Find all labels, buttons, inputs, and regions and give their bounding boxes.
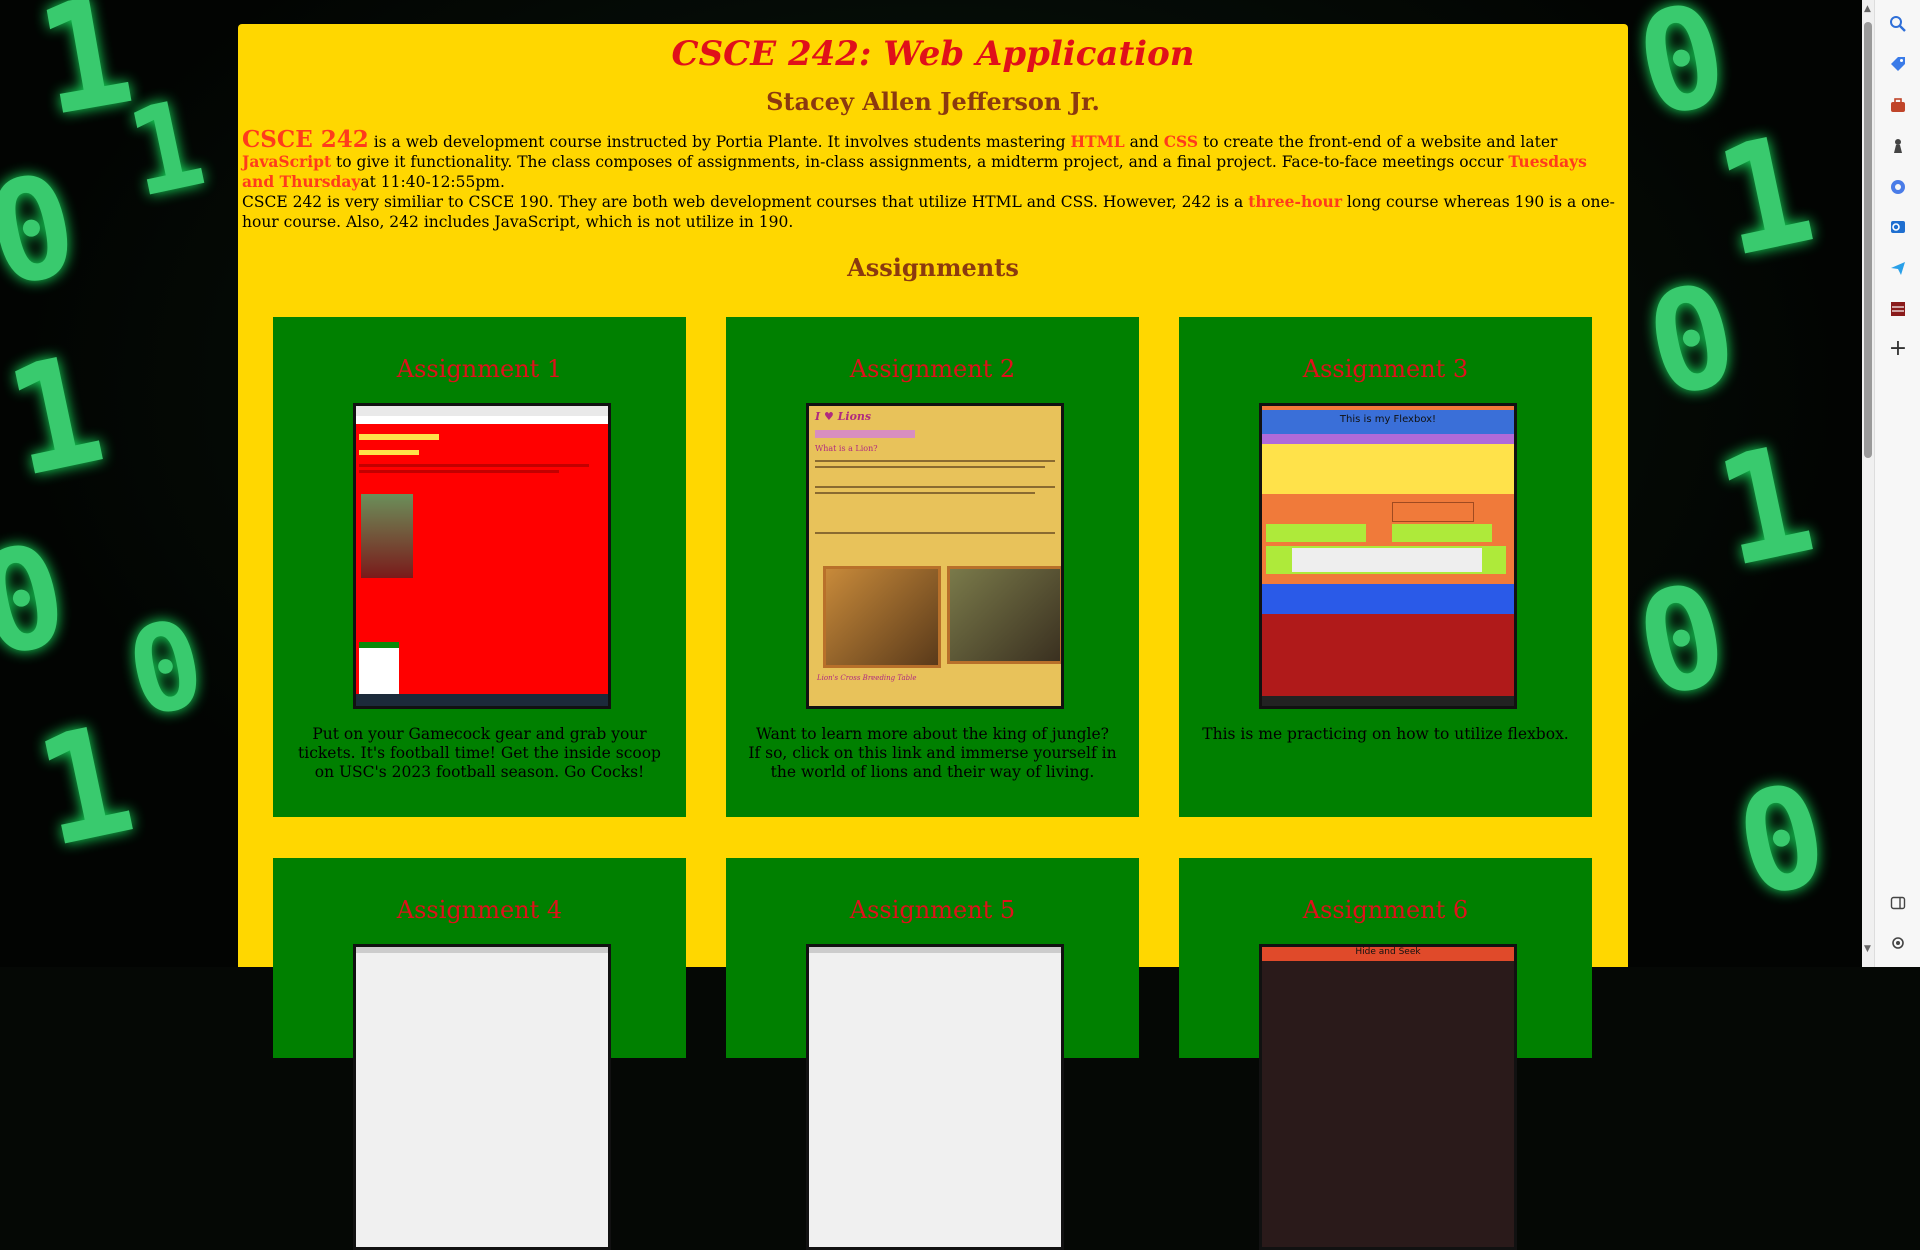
copilot-icon[interactable] xyxy=(1886,175,1910,199)
assignment-card-5[interactable]: Assignment 5 xyxy=(726,858,1139,1250)
thumb-hide-seek-heading: Hide and Seek xyxy=(1262,947,1514,961)
assignment-title[interactable]: Assignment 5 xyxy=(726,890,1139,930)
settings-icon[interactable] xyxy=(1886,931,1910,955)
intro-text: to create the front-end of a website and… xyxy=(1198,133,1558,151)
assignment-description: This is me practicing on how to utilize … xyxy=(1202,725,1569,743)
tag-icon[interactable] xyxy=(1886,52,1910,76)
chess-icon[interactable] xyxy=(1886,134,1910,158)
flag-icon[interactable] xyxy=(1886,297,1910,321)
thumb-lions-table: Lion's Cross Breeding Table xyxy=(817,674,917,682)
assignment-title[interactable]: Assignment 1 xyxy=(273,349,686,389)
panel-icon[interactable] xyxy=(1886,891,1910,915)
highlight-javascript: JavaScript xyxy=(242,152,332,171)
browser-sidebar: + xyxy=(1874,0,1920,967)
assignment-card-3[interactable]: Assignment 3 This is my Flexbox! This is… xyxy=(1179,317,1592,817)
assignment-4-screenshot[interactable] xyxy=(353,944,611,1250)
assignment-title[interactable]: Assignment 2 xyxy=(726,349,1139,389)
highlight-css: CSS xyxy=(1163,132,1199,151)
assignment-title[interactable]: Assignment 3 xyxy=(1179,349,1592,389)
intro-text: is a web development course instructed b… xyxy=(368,133,1071,151)
content-panel: CSCE 242: Web Application Stacey Allen J… xyxy=(238,24,1628,1250)
intro-text: CSCE 242 is very similiar to CSCE 190. T… xyxy=(242,193,1249,211)
assignment-6-screenshot[interactable]: Hide and Seek xyxy=(1259,944,1517,1250)
assignment-card-1[interactable]: Assignment 1 Put on your Gamecock gear a… xyxy=(273,317,686,817)
scroll-up-arrow-icon[interactable]: ▲ xyxy=(1864,4,1872,14)
assignment-title[interactable]: Assignment 4 xyxy=(273,890,686,930)
author-name: Stacey Allen Jefferson Jr. xyxy=(766,87,1100,116)
thumb-flexbox-heading: This is my Flexbox! xyxy=(1339,414,1437,425)
page-scrollbar-thumb[interactable] xyxy=(1864,22,1872,458)
page-title: CSCE 242: Web Application xyxy=(671,34,1195,74)
assignment-1-screenshot[interactable] xyxy=(353,403,611,709)
intro-text: and xyxy=(1124,133,1164,151)
intro-text: at 11:40-12:55pm. xyxy=(360,173,505,191)
outlook-icon[interactable] xyxy=(1886,215,1910,239)
assignment-5-screenshot[interactable] xyxy=(806,944,1064,1250)
highlight-three-hour: three-hour xyxy=(1248,192,1342,211)
assignments-heading: Assignments xyxy=(847,253,1019,282)
add-icon[interactable]: + xyxy=(1886,336,1910,361)
briefcase-icon[interactable] xyxy=(1886,93,1910,117)
thumb-lions-sub: What is a Lion? xyxy=(815,444,878,453)
assignment-card-4[interactable]: Assignment 4 xyxy=(273,858,686,1250)
course-code: CSCE 242 xyxy=(242,126,369,153)
search-icon[interactable] xyxy=(1886,12,1910,36)
assignment-card-6[interactable]: Assignment 6 Hide and Seek xyxy=(1179,858,1592,1250)
scroll-down-arrow-icon[interactable]: ▼ xyxy=(1864,944,1872,954)
assignment-title[interactable]: Assignment 6 xyxy=(1179,890,1592,930)
assignment-description: Want to learn more about the king of jun… xyxy=(748,725,1117,781)
intro-text: to give it functionality. The class comp… xyxy=(331,153,1509,171)
thumb-lions-heading: I ♥ Lions xyxy=(815,410,872,423)
assignment-2-screenshot[interactable]: I ♥ Lions What is a Lion? Lion's Cross B… xyxy=(806,403,1064,709)
intro-paragraph-2: CSCE 242 is very similiar to CSCE 190. T… xyxy=(242,192,1622,232)
send-icon[interactable] xyxy=(1886,256,1910,280)
assignment-3-screenshot[interactable]: This is my Flexbox! xyxy=(1259,403,1517,709)
intro-paragraph-1: CSCE 242 is a web development course ins… xyxy=(242,128,1622,192)
assignment-description: Put on your Gamecock gear and grab your … xyxy=(298,725,661,781)
highlight-html: HTML xyxy=(1070,132,1125,151)
assignment-card-2[interactable]: Assignment 2 I ♥ Lions What is a Lion? L… xyxy=(726,317,1139,817)
